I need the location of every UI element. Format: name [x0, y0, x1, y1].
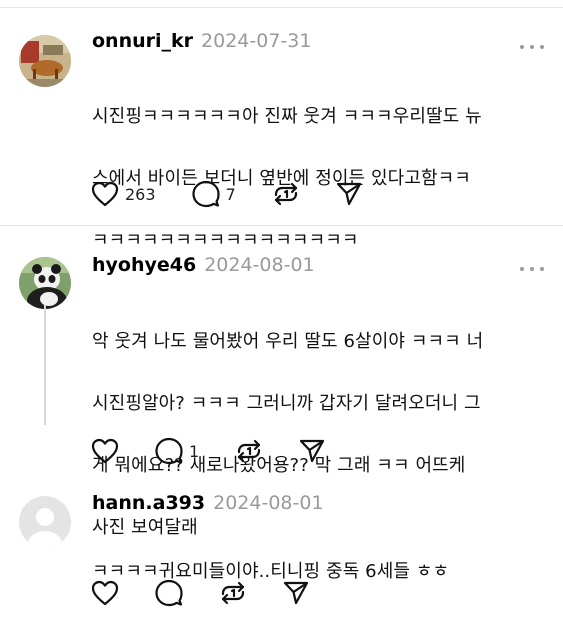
avatar[interactable]: [19, 496, 71, 548]
comment-icon: [155, 579, 183, 607]
post-header: hann.a393 2024-08-01: [92, 492, 324, 514]
avatar-image: [19, 35, 71, 87]
post-text-line: 시진핑ㅋㅋㅋㅋㅋㅋ아 진짜 웃겨 ㅋㅋㅋ우리딸도 뉴: [92, 106, 482, 127]
username[interactable]: hyohye46: [92, 254, 196, 276]
avatar[interactable]: [19, 35, 71, 87]
repost-button[interactable]: [272, 180, 300, 208]
more-icon[interactable]: [520, 265, 544, 273]
thread-line: [44, 305, 46, 425]
repost-button[interactable]: [219, 579, 247, 607]
timestamp: 2024-08-01: [204, 254, 315, 276]
post-header: hyohye46 2024-08-01: [92, 254, 315, 276]
share-button[interactable]: [283, 580, 309, 606]
more-icon[interactable]: [520, 43, 544, 51]
repost-button[interactable]: [235, 437, 263, 465]
repost-icon: [238, 439, 261, 463]
action-bar: 1: [91, 437, 325, 465]
avatar-image: [19, 257, 71, 309]
timestamp: 2024-07-31: [201, 30, 312, 52]
post-header: onnuri_kr 2024-07-31: [92, 30, 311, 52]
like-count: 263: [125, 184, 156, 204]
post: hyohye46 2024-08-01 악 웃겨 나도 물어봤어 우리 딸도 6…: [0, 226, 563, 538]
like-button[interactable]: [91, 438, 119, 464]
comment-icon: [191, 180, 220, 208]
send-icon: [300, 439, 325, 463]
post-text-line: 시진핑알아? ㅋㅋㅋ 그러니까 갑자기 달려오더니 그: [92, 393, 481, 414]
repost-icon: [274, 182, 297, 206]
reply-button[interactable]: 1: [155, 437, 199, 465]
avatar[interactable]: [19, 257, 71, 309]
like-button[interactable]: 263: [91, 181, 156, 207]
post: onnuri_kr 2024-07-31 시진핑ㅋㅋㅋㅋㅋㅋ아 진짜 웃겨 ㅋㅋ…: [0, 8, 563, 251]
reply-button[interactable]: 7: [191, 180, 236, 208]
reply-count: 7: [225, 184, 236, 204]
post: hann.a393 2024-08-01 ㅋㅋㅋㅋ귀요미들이야..티니핑 중독 …: [0, 476, 563, 635]
reply-button[interactable]: [155, 579, 183, 607]
post-text-line: 악 웃겨 나도 물어봤어 우리 딸도 6살이야 ㅋㅋㅋ 너: [92, 331, 484, 352]
like-button[interactable]: [91, 580, 119, 606]
action-bar: [91, 579, 309, 607]
repost-icon: [221, 581, 245, 605]
comment-icon: [155, 437, 183, 465]
send-icon: [336, 182, 361, 206]
username[interactable]: hann.a393: [92, 492, 205, 514]
share-button[interactable]: [336, 181, 362, 207]
heart-icon: [91, 181, 119, 207]
heart-icon: [91, 438, 119, 464]
heart-icon: [91, 580, 119, 606]
send-icon: [283, 581, 309, 605]
reply-count: 1: [189, 441, 200, 461]
share-button[interactable]: [299, 438, 325, 464]
default-avatar-icon: [19, 496, 71, 548]
action-bar: 263 7: [91, 180, 362, 208]
username[interactable]: onnuri_kr: [92, 30, 193, 52]
timestamp: 2024-08-01: [213, 492, 324, 514]
